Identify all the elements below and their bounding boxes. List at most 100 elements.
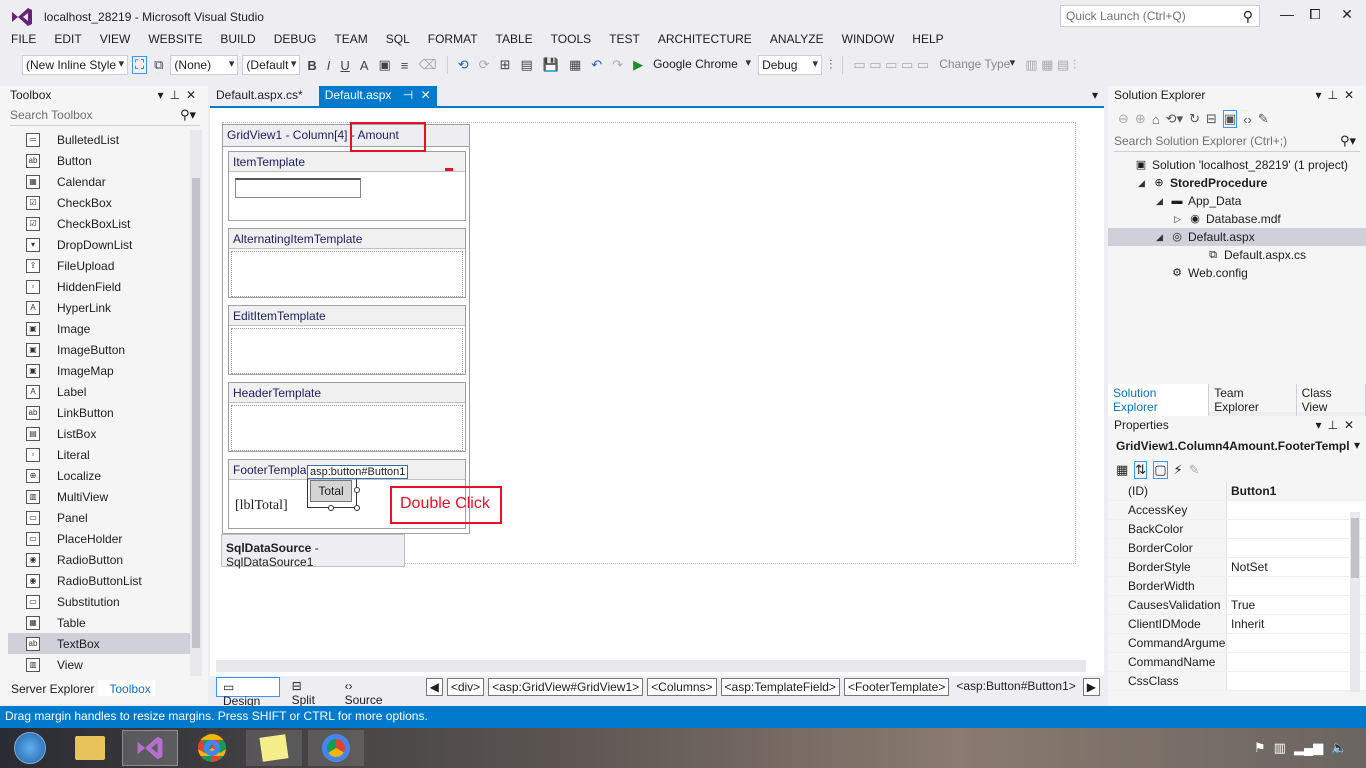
configuration-combo[interactable]: Debug [758, 55, 823, 75]
properties-icon[interactable]: ▢ [1153, 461, 1168, 479]
property-row[interactable]: CommandArgume [1108, 634, 1366, 653]
menu-item-format[interactable]: FORMAT [428, 32, 478, 46]
item-template[interactable]: ItemTemplate [228, 151, 466, 221]
sync-icon[interactable]: ⟲▾ [1166, 111, 1183, 127]
tab-dropdown-icon[interactable]: ▾ [1092, 88, 1098, 102]
edit-item-template[interactable]: EditItemTemplate [228, 305, 466, 375]
format-painter-icon[interactable]: ⌫ [415, 57, 439, 73]
split-view-button[interactable]: ⊟ Split [286, 677, 333, 707]
tab-team-explorer[interactable]: Team Explorer [1209, 384, 1297, 416]
menu-item-view[interactable]: VIEW [100, 32, 131, 46]
font-combo[interactable]: (Default [242, 55, 301, 75]
breadcrumb-prev-icon[interactable]: ◀ [425, 678, 443, 696]
property-pages-icon[interactable]: ✎ [1189, 462, 1200, 478]
property-value[interactable] [1226, 520, 1366, 538]
tray-signal-icon[interactable]: ▂▄▆ [1294, 740, 1323, 756]
property-value[interactable]: Button1 [1226, 482, 1366, 500]
property-value[interactable] [1226, 672, 1366, 690]
property-row[interactable]: AccessKey [1108, 501, 1366, 520]
tree-item[interactable]: ▣ Solution 'localhost_28219' (1 project) [1108, 156, 1366, 174]
toolbar-overflow-icon[interactable]: ⫶ [826, 57, 835, 73]
maximize-button[interactable]: ⧠ [1302, 6, 1328, 26]
toolbox-item-substitution[interactable]: ▭ Substitution [0, 591, 190, 612]
toolbox-item-textbox[interactable]: ab TextBox [8, 633, 194, 654]
property-row[interactable]: BorderStyle NotSet [1108, 558, 1366, 577]
template-body[interactable] [231, 328, 463, 374]
tab-default-aspx[interactable]: Default.aspx ⊣ ✕ [318, 86, 437, 106]
visual-studio-taskbar-button[interactable] [122, 730, 178, 766]
scrollbar-thumb[interactable] [192, 178, 200, 648]
tree-item[interactable]: ⧉ Default.aspx.cs [1108, 246, 1366, 264]
table-designer-icons[interactable]: ▥ ▦ ▤ ⫶ [1022, 57, 1079, 73]
menu-item-tools[interactable]: TOOLS [551, 32, 591, 46]
toolbox-item-checkbox[interactable]: ☑ CheckBox [0, 192, 190, 213]
toolbox-item-button[interactable]: ab Button [0, 150, 190, 171]
show-all-files-icon[interactable]: ▣ [1222, 110, 1238, 128]
bold-button[interactable]: B [304, 58, 319, 73]
start-button[interactable] [2, 730, 58, 766]
change-type-combo[interactable]: Change Type [936, 55, 1018, 75]
toolbox-item-imagebutton[interactable]: ▣ ImageButton [0, 339, 190, 360]
home-icon[interactable]: ⌂ [1152, 112, 1160, 127]
run-icon[interactable]: ▶ [630, 57, 646, 73]
close-tab-icon[interactable]: ✕ [421, 88, 431, 102]
menu-item-test[interactable]: TEST [609, 32, 640, 46]
tree-item[interactable]: ◢ ⊕ StoredProcedure [1108, 174, 1366, 192]
panel-controls-icon[interactable]: ▾⊥✕ [157, 88, 202, 102]
collapse-icon[interactable]: ⊟ [1206, 111, 1217, 127]
breadcrumb-next-icon[interactable]: ▶ [1082, 678, 1100, 696]
style-combo[interactable]: (New Inline Style [22, 55, 128, 75]
design-view-button[interactable]: ▭ Design [216, 677, 280, 708]
property-value[interactable] [1226, 577, 1366, 595]
menu-item-debug[interactable]: DEBUG [274, 32, 317, 46]
menu-item-analyze[interactable]: ANALYZE [770, 32, 824, 46]
property-value[interactable] [1226, 539, 1366, 557]
designer-horizontal-scrollbar[interactable] [216, 660, 1086, 672]
toolbox-item-view[interactable]: ▥ View [0, 654, 190, 675]
chrome-taskbar-button-2[interactable] [308, 730, 364, 766]
tree-item[interactable]: ▷ ◉ Database.mdf [1108, 210, 1366, 228]
toolbox-item-label[interactable]: A Label [0, 381, 190, 402]
toolbox-item-literal[interactable]: ▫ Literal [0, 444, 190, 465]
expand-arrow-icon[interactable]: ◢ [1156, 232, 1170, 243]
resize-handle[interactable] [328, 505, 334, 511]
database-icons[interactable]: ▭ ▭ ▭ ▭ ▭ [850, 57, 932, 73]
toolbox-item-localize[interactable]: ⊕ Localize [0, 465, 190, 486]
template-body[interactable] [231, 168, 463, 220]
tree-item[interactable]: ⚙ Web.config [1108, 264, 1366, 282]
menu-item-help[interactable]: HELP [912, 32, 943, 46]
forward-icon[interactable]: ⊕ [1135, 111, 1146, 127]
toolbox-item-imagemap[interactable]: ▣ ImageMap [0, 360, 190, 381]
menu-item-team[interactable]: TEAM [334, 32, 367, 46]
property-row[interactable]: BorderWidth [1108, 577, 1366, 596]
events-icon[interactable]: ⚡ [1174, 462, 1183, 478]
source-view-button[interactable]: ‹› Source [339, 677, 398, 707]
back-icon[interactable]: ⊖ [1118, 111, 1129, 127]
toolbox-scrollbar[interactable] [190, 130, 202, 676]
toolbox-item-bulletedlist[interactable]: ≔ BulletedList [0, 129, 190, 150]
toolbox-item-image[interactable]: ▣ Image [0, 318, 190, 339]
menu-item-architecture[interactable]: ARCHITECTURE [658, 32, 752, 46]
font-color-icon[interactable]: A [357, 58, 372, 73]
property-value[interactable] [1226, 634, 1366, 652]
total-button[interactable]: Total [310, 480, 352, 502]
tab-default-aspx-cs[interactable]: Default.aspx.cs* [210, 86, 309, 106]
toolbox-item-fileupload[interactable]: ⇪ FileUpload [0, 255, 190, 276]
breadcrumb-item[interactable]: <Columns> [647, 678, 717, 696]
navigate-forward-icon[interactable]: ⟳ [476, 57, 493, 73]
refresh-icon[interactable]: ↻ [1189, 111, 1200, 127]
tree-item[interactable]: ◢ ▬ App_Data [1108, 192, 1366, 210]
highlight-icon[interactable]: ▣ [375, 57, 393, 73]
view-code-icon[interactable]: ‹› [1243, 112, 1252, 127]
target-combo[interactable]: (None) [170, 55, 239, 75]
toolbox-search-input[interactable]: Search Toolbox ⚲▾ [10, 106, 200, 126]
toolbox-item-hiddenfield[interactable]: ▫ HiddenField [0, 276, 190, 297]
menu-item-sql[interactable]: SQL [386, 32, 410, 46]
categorized-icon[interactable]: ▦ [1116, 462, 1128, 478]
button-selection-frame[interactable]: Total [307, 476, 360, 511]
expand-arrow-icon[interactable]: ◢ [1156, 196, 1170, 207]
new-project-icon[interactable]: ⊞ [497, 57, 514, 73]
property-row[interactable]: ClientIDMode Inherit [1108, 615, 1366, 634]
undo-icon[interactable]: ↶ [588, 57, 605, 73]
menu-item-window[interactable]: WINDOW [842, 32, 895, 46]
